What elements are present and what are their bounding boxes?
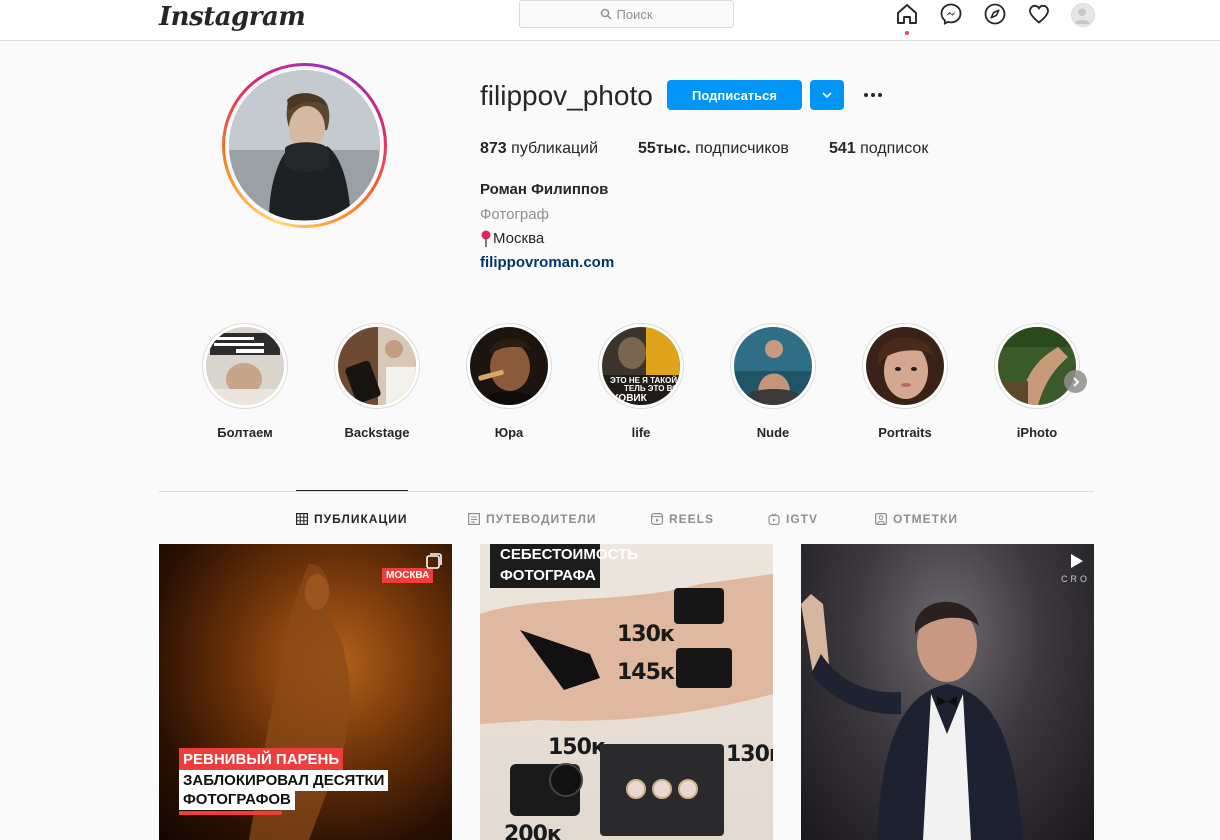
profile-photo-image	[229, 70, 380, 221]
top-navigation-bar: Instagram Поиск	[0, 0, 1220, 41]
search-input[interactable]: Поиск	[519, 0, 734, 28]
post-title-box: СЕБЕСТОИМОСТЬ ФОТОГРАФА	[490, 544, 638, 588]
highlight-label: Nude	[756, 425, 790, 440]
laptop-image	[600, 744, 724, 836]
highlights-next-button[interactable]	[1064, 370, 1087, 393]
highlight-cover	[206, 327, 284, 405]
highlight-label: Portraits	[878, 425, 932, 440]
tab-igtv[interactable]: IGTV	[768, 511, 818, 527]
story-highlight[interactable]: Юра	[449, 323, 569, 440]
active-tab-indicator	[296, 490, 408, 491]
profile-full-name: Роман Филиппов	[480, 181, 609, 198]
guide-icon	[468, 513, 480, 525]
home-icon[interactable]	[895, 2, 919, 26]
posts-count: 873 публикаций	[480, 140, 599, 157]
post-thumbnail[interactable]: МОСКВА РЕВНИВЫЙ ПАРЕНЬ ЗАБЛОКИРОВАЛ ДЕСЯ…	[159, 544, 452, 840]
highlight-cover	[866, 327, 944, 405]
post-image	[801, 594, 1023, 840]
highlight-label: Юра	[494, 425, 524, 440]
reels-icon	[651, 513, 663, 525]
highlight-cover	[470, 327, 548, 405]
tagged-icon	[875, 513, 887, 525]
tab-posts[interactable]: ПУБЛИКАЦИИ	[296, 511, 407, 527]
price-label: 130к	[617, 622, 675, 647]
location-badge: МОСКВА	[382, 568, 434, 583]
instagram-logo[interactable]: Instagram	[159, 0, 306, 34]
highlight-label: iPhoto	[1016, 425, 1058, 440]
post-title-line: СЕБЕСТОИМОСТЬ	[500, 546, 638, 563]
highlight-cover: ЭТО НЕ Я ТАКОЙ ТЕЛЬ ЭТО ВСЁ ХОВИК	[602, 327, 680, 405]
suggested-accounts-dropdown[interactable]	[810, 80, 844, 110]
igtv-icon	[768, 513, 780, 525]
price-label: 145к	[617, 660, 675, 685]
price-label: 130к	[726, 742, 773, 767]
story-highlight[interactable]: Backstage	[317, 323, 437, 440]
caption-underline	[179, 811, 282, 815]
search-placeholder: Поиск	[616, 6, 653, 22]
post-title-line: ФОТОГРАФА	[500, 567, 596, 584]
followers-count[interactable]: 55тыс. подписчиков	[638, 140, 789, 158]
highlight-label: life	[631, 425, 651, 440]
story-highlight[interactable]: ЭТО НЕ Я ТАКОЙ ТЕЛЬ ЭТО ВСЁ ХОВИК life	[581, 323, 701, 440]
post-caption-line: ФОТОГРАФОВ	[179, 789, 295, 810]
highlight-cover	[338, 327, 416, 405]
post-caption-highlight: РЕВНИВЫЙ ПАРЕНЬ	[179, 748, 344, 771]
profile-location: Москва	[480, 230, 544, 247]
profile-username: filippov_photo	[480, 80, 653, 111]
post-thumbnail[interactable]: CRO	[801, 544, 1094, 840]
video-icon	[1071, 554, 1083, 568]
profile-stats: 873 публикаций 55тыс. подписчиков 541 по…	[480, 140, 968, 158]
profile-category: Фотограф	[480, 206, 549, 223]
price-label: 200к	[504, 822, 562, 840]
highlight-label: Болтаем	[217, 425, 273, 440]
story-highlight[interactable]: Portraits	[845, 323, 965, 440]
highlight-overlay-text: ТЕЛЬ ЭТО ВСЁ	[624, 384, 680, 393]
messenger-icon[interactable]	[939, 2, 963, 26]
story-highlight[interactable]: Nude	[713, 323, 833, 440]
highlight-cover	[734, 327, 812, 405]
explore-icon[interactable]	[983, 2, 1007, 26]
highlight-label: Backstage	[344, 425, 410, 440]
post-thumbnail[interactable]: СЕБЕСТОИМОСТЬ ФОТОГРАФА 130к 145к 150к 1…	[480, 544, 773, 840]
tab-reels[interactable]: REELS	[651, 511, 714, 527]
highlight-overlay-text: ХОВИК	[612, 393, 648, 404]
map-pin-icon	[481, 230, 491, 247]
profile-picture[interactable]	[222, 63, 387, 228]
follow-button[interactable]: Подписаться	[667, 80, 802, 110]
story-highlight[interactable]: Болтаем	[185, 323, 305, 440]
grid-icon	[296, 513, 308, 525]
following-count[interactable]: 541 подписок	[829, 140, 928, 158]
heart-icon[interactable]	[1027, 2, 1051, 26]
tab-guides[interactable]: ПУТЕВОДИТЕЛИ	[468, 511, 597, 527]
chevron-right-icon	[1072, 376, 1079, 387]
notification-dot	[905, 31, 909, 35]
price-label: 150к	[548, 735, 606, 760]
tab-tagged[interactable]: ОТМЕТКИ	[875, 511, 958, 527]
post-caption-line: ЗАБЛОКИРОВАЛ ДЕСЯТКИ	[179, 770, 389, 791]
profile-website-link[interactable]: filippovroman.com	[480, 254, 614, 271]
chevron-down-icon	[822, 92, 832, 99]
carousel-icon	[426, 553, 442, 569]
profile-avatar[interactable]	[1071, 3, 1095, 27]
search-icon	[601, 8, 612, 20]
tabs-divider	[159, 491, 1094, 492]
more-options-icon[interactable]	[860, 85, 886, 105]
post-corner-text: CRO	[1061, 574, 1090, 584]
highlight-cover	[998, 327, 1076, 405]
